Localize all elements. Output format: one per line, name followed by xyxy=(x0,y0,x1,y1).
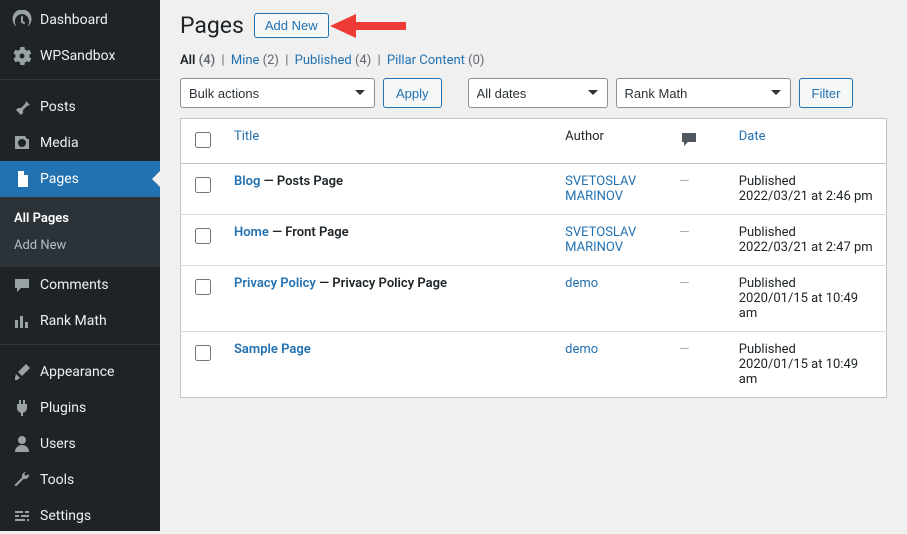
row-title-link[interactable]: Privacy Policy xyxy=(234,276,316,291)
media-icon xyxy=(12,133,32,153)
rankmath-filter-select[interactable]: Rank Math xyxy=(616,78,791,108)
sidebar-item-rankmath[interactable]: Rank Math xyxy=(0,303,160,339)
comment-icon xyxy=(12,275,32,295)
sidebar-item-dashboard[interactable]: Dashboard xyxy=(0,2,160,38)
sidebar-item-label: Dashboard xyxy=(40,12,108,28)
row-author-link[interactable]: SVETOSLAV MARINOV xyxy=(565,225,636,255)
sidebar-item-posts[interactable]: Posts xyxy=(0,89,160,125)
post-state: — Privacy Policy Page xyxy=(319,276,447,291)
row-title-link[interactable]: Home xyxy=(234,225,269,240)
sidebar-item-users[interactable]: Users xyxy=(0,426,160,462)
row-status: Published xyxy=(739,174,796,189)
row-date: 2022/03/21 at 2:47 pm xyxy=(739,240,873,255)
bulk-action-select[interactable]: Bulk actions xyxy=(180,78,375,108)
sidebar-item-comments[interactable]: Comments xyxy=(0,267,160,303)
wrench-icon xyxy=(12,470,32,490)
sidebar-item-plugins[interactable]: Plugins xyxy=(0,390,160,426)
sidebar-item-label: Users xyxy=(40,436,76,452)
main-content: Pages Add New All (4) | Mine (2) | Publi… xyxy=(160,0,907,531)
sidebar-item-appearance[interactable]: Appearance xyxy=(0,354,160,390)
row-checkbox[interactable] xyxy=(195,345,211,361)
row-comments: — xyxy=(679,174,689,189)
row-date: 2020/01/15 at 10:49 am xyxy=(739,291,858,321)
chart-icon xyxy=(12,311,32,331)
pushpin-icon xyxy=(12,97,32,117)
sidebar-subitem-all-pages[interactable]: All Pages xyxy=(0,205,160,232)
row-status: Published xyxy=(739,225,796,240)
select-all-checkbox[interactable] xyxy=(195,132,211,148)
row-comments: — xyxy=(679,276,689,291)
row-comments: — xyxy=(679,225,689,240)
date-filter-select[interactable]: All dates xyxy=(468,78,608,108)
sidebar-item-label: Media xyxy=(40,135,79,151)
apply-button[interactable]: Apply xyxy=(383,78,442,108)
row-checkbox[interactable] xyxy=(195,279,211,295)
sidebar-item-label: Comments xyxy=(40,277,109,293)
pages-table: Title Author Date Blog — Posts Page SVETO… xyxy=(180,118,887,398)
sidebar-item-label: Plugins xyxy=(40,400,86,416)
row-author-link[interactable]: demo xyxy=(565,276,598,291)
sidebar-item-label: Rank Math xyxy=(40,313,107,329)
row-date: 2020/01/15 at 10:49 am xyxy=(739,357,858,387)
sidebar-item-label: WPSandbox xyxy=(40,48,115,64)
table-row: Home — Front Page SVETOSLAV MARINOV — Publi… xyxy=(181,215,887,266)
column-title[interactable]: Title xyxy=(234,129,259,144)
sliders-icon xyxy=(12,506,32,526)
view-mine[interactable]: Mine (2) xyxy=(231,53,279,68)
row-checkbox[interactable] xyxy=(195,177,211,193)
gauge-icon xyxy=(12,10,32,30)
annotation-arrow-icon xyxy=(326,10,406,50)
row-status: Published xyxy=(739,276,796,291)
sidebar-item-settings[interactable]: Settings xyxy=(0,498,160,534)
filter-button[interactable]: Filter xyxy=(799,78,854,108)
row-date: 2022/03/21 at 2:46 pm xyxy=(739,189,873,204)
row-title-link[interactable]: Blog xyxy=(234,174,260,189)
column-comments[interactable] xyxy=(669,119,728,164)
sidebar-subitem-add-new[interactable]: Add New xyxy=(0,232,160,259)
row-status: Published xyxy=(739,342,796,357)
page-icon xyxy=(12,169,32,189)
sidebar-item-wpsandbox[interactable]: WPSandbox xyxy=(0,38,160,74)
add-new-button[interactable]: Add New xyxy=(254,13,329,38)
post-state: — Front Page xyxy=(272,225,349,240)
user-icon xyxy=(12,434,32,454)
admin-sidebar: Dashboard WPSandbox Posts Media Pages Al… xyxy=(0,0,160,531)
post-state: — Posts Page xyxy=(264,174,343,189)
row-author-link[interactable]: SVETOSLAV MARINOV xyxy=(565,174,636,204)
brush-icon xyxy=(12,362,32,382)
table-row: Privacy Policy — Privacy Policy Page demo… xyxy=(181,266,887,332)
sidebar-item-media[interactable]: Media xyxy=(0,125,160,161)
sidebar-item-label: Tools xyxy=(40,472,74,488)
tablenav-top: Bulk actions Apply All dates Rank Math F… xyxy=(180,78,887,108)
table-row: Blog — Posts Page SVETOSLAV MARINOV — Publi… xyxy=(181,164,887,215)
page-title: Pages xyxy=(180,12,244,39)
sidebar-item-pages[interactable]: Pages xyxy=(0,161,160,197)
sidebar-submenu-pages: All Pages Add New xyxy=(0,197,160,267)
sidebar-item-label: Posts xyxy=(40,99,76,115)
row-author-link[interactable]: demo xyxy=(565,342,598,357)
menu-separator xyxy=(0,344,160,349)
sidebar-item-label: Pages xyxy=(40,171,79,187)
sidebar-item-tools[interactable]: Tools xyxy=(0,462,160,498)
menu-separator xyxy=(0,79,160,84)
row-checkbox[interactable] xyxy=(195,228,211,244)
row-title-link[interactable]: Sample Page xyxy=(234,342,311,357)
view-all[interactable]: All (4) xyxy=(180,53,215,68)
column-date[interactable]: Date xyxy=(739,129,766,144)
column-author: Author xyxy=(555,119,669,164)
table-row: Sample Page demo — Published2020/01/15 at 1… xyxy=(181,332,887,398)
view-filters: All (4) | Mine (2) | Published (4) | Pil… xyxy=(180,53,887,68)
cog-icon xyxy=(12,46,32,66)
view-pillar[interactable]: Pillar Content (0) xyxy=(387,53,485,68)
plug-icon xyxy=(12,398,32,418)
sidebar-item-label: Settings xyxy=(40,508,91,524)
row-comments: — xyxy=(679,342,689,357)
sidebar-item-label: Appearance xyxy=(40,364,114,380)
view-published[interactable]: Published (4) xyxy=(295,53,372,68)
